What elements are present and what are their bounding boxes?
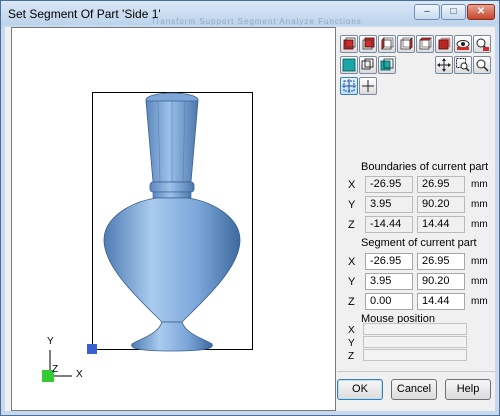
boundary-axis-label: X — [348, 179, 356, 191]
ok-button[interactable]: OK — [337, 379, 383, 400]
segment-axis-label: Z — [348, 296, 355, 308]
vase-model — [103, 92, 241, 352]
boundary-axis-label: Z — [348, 219, 355, 231]
segment-y-min-input[interactable]: 3.95 — [365, 273, 413, 290]
dialog-client-area: Y Z X Boundaries of current part X -26.9… — [5, 27, 495, 411]
3d-viewport[interactable]: Y Z X — [11, 27, 336, 411]
solid-shading-icon[interactable] — [340, 56, 358, 74]
background-tabs: Transform Support Segment Analyze Functi… — [151, 17, 362, 26]
zoom-icon[interactable] — [473, 56, 491, 74]
mouse-axis-label: X — [348, 325, 355, 336]
boundary-y-max-field: 90.20 — [417, 196, 465, 213]
axis-triad: Y Z X — [32, 336, 92, 396]
segment-y-max-input[interactable]: 90.20 — [417, 273, 465, 290]
segment-axis-label: Y — [348, 276, 356, 288]
axis-label-z: Z — [52, 364, 59, 375]
boundary-z-max-field: 14.44 — [417, 216, 465, 233]
unit-label: mm — [471, 296, 488, 307]
close-button[interactable]: ✕ — [467, 4, 495, 20]
shaded-edges-icon[interactable] — [378, 56, 396, 74]
unit-label: mm — [471, 179, 488, 190]
segment-x-min-input[interactable]: -26.95 — [365, 253, 413, 270]
boundary-z-min-field: -14.44 — [365, 216, 413, 233]
axis-triad-lines — [42, 350, 72, 382]
view-front-icon[interactable] — [340, 35, 358, 53]
view-bottom-icon[interactable] — [435, 35, 453, 53]
view-left-icon[interactable] — [378, 35, 396, 53]
cancel-button[interactable]: Cancel — [391, 379, 437, 400]
unit-label: mm — [471, 199, 488, 210]
zoom-window-icon[interactable] — [454, 56, 472, 74]
control-panel: Boundaries of current part X -26.95 26.9… — [337, 27, 495, 411]
zoom-extents-icon[interactable] — [473, 35, 491, 53]
boundaries-title: Boundaries of current part — [361, 161, 489, 173]
mouse-z-readout — [363, 349, 467, 361]
view-back-icon[interactable] — [359, 35, 377, 53]
segment-x-max-input[interactable]: 26.95 — [417, 253, 465, 270]
segment-select-icon[interactable] — [340, 77, 358, 95]
mouse-y-readout — [363, 336, 467, 348]
view-right-icon[interactable] — [397, 35, 415, 53]
mouse-x-readout — [363, 323, 467, 335]
segment-z-max-input[interactable]: 14.44 — [417, 293, 465, 310]
pan-icon[interactable] — [435, 56, 453, 74]
segment-axis-label: X — [348, 256, 356, 268]
window-title: Set Segment Of Part 'Side 1' — [8, 7, 161, 21]
view-top-icon[interactable] — [416, 35, 434, 53]
segment-title: Segment of current part — [361, 237, 477, 249]
axis-label-x: X — [76, 369, 83, 380]
button-separator — [337, 371, 495, 372]
unit-label: mm — [471, 276, 488, 287]
unit-label: mm — [471, 219, 488, 230]
boundary-axis-label: Y — [348, 199, 356, 211]
minimize-button[interactable]: – — [414, 4, 440, 20]
boundary-x-min-field: -26.95 — [365, 176, 413, 193]
mouse-axis-label: Y — [348, 338, 355, 349]
help-button[interactable]: Help — [445, 379, 491, 400]
maximize-button[interactable]: □ — [441, 4, 466, 20]
axis-label-y: Y — [47, 336, 54, 347]
wireframe-icon[interactable] — [359, 56, 377, 74]
segment-z-min-input[interactable]: 0.00 — [365, 293, 413, 310]
boundary-x-max-field: 26.95 — [417, 176, 465, 193]
unit-label: mm — [471, 256, 488, 267]
mouse-axis-label: Z — [348, 351, 355, 362]
crosshair-icon[interactable] — [359, 77, 377, 95]
boundary-y-min-field: 3.95 — [365, 196, 413, 213]
eye-icon[interactable] — [454, 35, 472, 53]
title-bar[interactable]: Set Segment Of Part 'Side 1' Transform S… — [1, 1, 499, 26]
dialog-window: Set Segment Of Part 'Side 1' Transform S… — [0, 0, 500, 416]
